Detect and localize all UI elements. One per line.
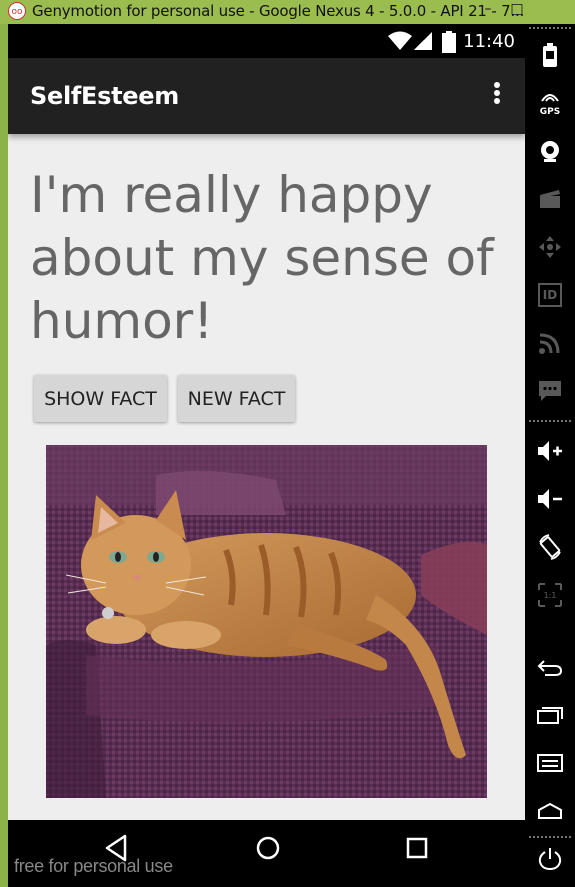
home-icon[interactable] <box>254 834 282 862</box>
gps-label: GPS <box>539 107 561 117</box>
back-tool-icon[interactable] <box>525 648 575 686</box>
battery-icon <box>442 31 456 53</box>
volume-up-icon[interactable] <box>525 432 575 470</box>
app-title: SelfEsteem <box>30 82 179 110</box>
volume-down-icon[interactable] <box>525 480 575 518</box>
window-title: Genymotion for personal use - Google Nex… <box>32 2 525 20</box>
fact-text: I'm really happy about my sense of humor… <box>30 166 494 350</box>
overflow-menu-icon[interactable] <box>491 80 503 112</box>
home-tool-icon[interactable] <box>525 792 575 830</box>
signal-icon <box>414 32 432 50</box>
menu-tool-icon[interactable] <box>525 744 575 782</box>
personal-use-watermark: free for personal use <box>14 856 173 876</box>
wifi-icon <box>388 31 412 50</box>
toolbar-separator <box>529 27 571 29</box>
toolbar-separator <box>529 836 571 838</box>
cat-photo <box>46 445 487 798</box>
status-bar: 11:40 <box>8 24 525 58</box>
minimize-button[interactable]: – <box>478 0 498 20</box>
scale-icon: 1:1 <box>525 576 575 614</box>
move-tool-icon <box>525 228 575 266</box>
rss-tool-icon <box>525 324 575 362</box>
recents-icon[interactable] <box>405 834 429 862</box>
recent-apps-tool-icon[interactable] <box>525 696 575 734</box>
genymotion-toolbar: GPS ID 1:1 <box>525 24 575 887</box>
toolbar-separator <box>529 420 571 422</box>
battery-tool-icon[interactable] <box>525 36 575 74</box>
power-icon[interactable] <box>525 840 575 878</box>
sms-tool-icon <box>525 372 575 410</box>
camera-tool-icon[interactable] <box>525 132 575 170</box>
action-bar: SelfEsteem <box>8 58 525 134</box>
show-fact-button[interactable]: SHOW FACT <box>34 375 167 422</box>
maximize-button[interactable]: □ <box>507 0 527 20</box>
window-titlebar: oo Genymotion for personal use - Google … <box>0 0 575 24</box>
id-tool-icon: ID <box>525 276 575 314</box>
status-time: 11:40 <box>463 31 515 52</box>
genymotion-app-icon: oo <box>8 2 26 20</box>
svg-text:1:1: 1:1 <box>544 591 557 600</box>
device-screen: 11:40 SelfEsteem I'm really happy about … <box>8 24 525 887</box>
clapper-tool-icon <box>525 180 575 218</box>
id-label: ID <box>542 288 558 302</box>
new-fact-button[interactable]: NEW FACT <box>178 375 295 422</box>
rotate-icon[interactable] <box>525 528 575 566</box>
gps-tool-icon[interactable]: GPS <box>525 84 575 122</box>
